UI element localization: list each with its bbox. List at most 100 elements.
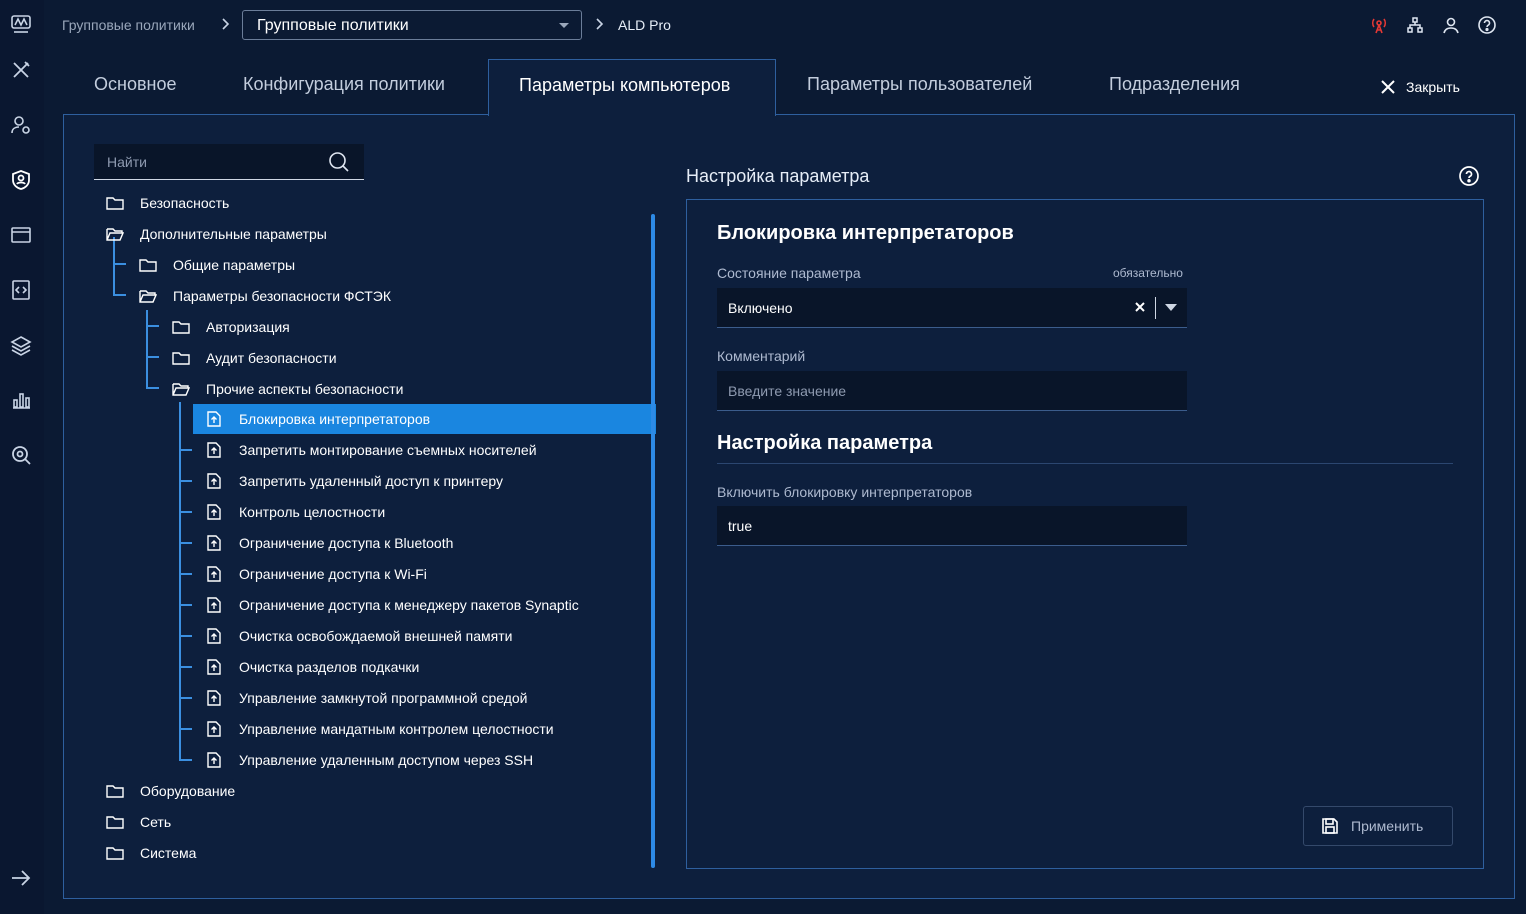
comment-input[interactable]: Введите значение [717,371,1187,411]
setting-value-field[interactable]: true [717,506,1187,546]
section-divider [717,463,1453,464]
chevron-down-icon[interactable] [1165,304,1177,311]
close-icon [1380,79,1396,95]
breadcrumb-root[interactable]: Групповые политики [62,17,195,33]
tree-item-label: Оборудование [140,783,236,799]
tree-item-system[interactable]: Система [106,838,196,868]
help-icon[interactable] [1477,15,1497,35]
tree-item-label: Контроль целостности [239,504,386,520]
tree-item-ssh-access[interactable]: Управление удаленным доступом через SSH [205,745,533,775]
window-icon[interactable] [10,224,32,246]
apply-button[interactable]: Применить [1303,806,1453,846]
policy-file-icon [205,442,223,458]
tree-item-security[interactable]: Безопасность [106,192,229,218]
tree-connector [179,635,192,637]
close-label: Закрыть [1406,79,1460,95]
tree-connector [113,263,126,265]
tree-item-interpreter-lock[interactable]: Блокировка интерпретаторов [193,404,656,434]
chevron-right-icon [220,16,230,32]
script-file-icon[interactable] [10,279,32,301]
clear-icon[interactable] [1133,300,1147,314]
required-label: обязательно [1113,266,1183,280]
policy-select[interactable]: Групповые политики [242,10,582,40]
tree-item-swap-cleanup[interactable]: Очистка разделов подкачки [205,652,419,682]
help-icon[interactable] [1458,165,1480,187]
tree-item-fstec-security[interactable]: Параметры безопасности ФСТЭК [139,281,391,311]
state-select-value: Включено [728,300,793,316]
tree-item-label: Ограничение доступа к Wi-Fi [239,566,427,582]
parameter-heading: Блокировка интерпретаторов [717,222,1014,244]
close-button[interactable]: Закрыть [1380,76,1460,98]
chevron-right-icon [594,16,604,32]
tree-connector [179,542,192,544]
layers-icon[interactable] [10,334,32,356]
policy-file-icon [205,566,223,582]
tree-scrollbar[interactable] [651,214,655,868]
bar-chart-icon[interactable] [10,389,32,411]
tree-item-label: Безопасность [140,195,230,211]
tree-item-label: Прочие аспекты безопасности [206,381,404,397]
state-label: Состояние параметра [717,265,861,281]
folder-icon [172,350,190,366]
tree-connector [179,666,192,668]
divider [1155,297,1156,319]
settings-panel: Найти Безопасность Дополнительные параме… [63,114,1515,899]
tab-user-settings[interactable]: Параметры пользователей [807,74,1032,95]
tree-item-general-parameters[interactable]: Общие параметры [139,250,295,280]
tab-computer-settings[interactable]: Параметры компьютеров [488,59,776,116]
tree-item-label: Ограничение доступа к менеджеру пакетов … [239,597,579,613]
tree-item-security-audit[interactable]: Аудит безопасности [172,343,337,373]
tree-item-integrity-control[interactable]: Контроль целостности [205,497,385,527]
policy-select-value: Групповые политики [257,17,409,34]
broadcast-alert-icon[interactable] [1369,15,1389,35]
save-icon [1321,817,1339,835]
tree-connector [179,511,192,513]
tree-item-closed-software-environment[interactable]: Управление замкнутой программной средой [205,683,528,713]
tree-connector [179,728,192,730]
left-nav-rail [0,0,44,914]
tree-item-printer-access[interactable]: Запретить удаленный доступ к принтеру [205,466,503,496]
app-logo-icon[interactable] [10,13,32,35]
tab-general[interactable]: Основное [94,74,176,95]
tree-item-mandatory-integrity[interactable]: Управление мандатным контролем целостнос… [205,714,554,744]
folder-icon [106,783,124,799]
tree-connector [179,604,192,606]
user-icon[interactable] [1441,15,1461,35]
tree-item-hardware[interactable]: Оборудование [106,776,235,806]
tree-item-additional-parameters[interactable]: Дополнительные параметры [106,219,327,249]
tree-item-network[interactable]: Сеть [106,807,171,837]
network-icon[interactable] [1405,15,1425,35]
tree-item-label: Очистка освобождаемой внешней памяти [239,628,513,644]
policy-file-icon [205,721,223,737]
tree-connector [146,387,159,389]
policy-file-icon [205,628,223,644]
user-settings-icon[interactable] [10,114,32,136]
tools-icon[interactable] [10,59,32,81]
tree-item-bluetooth[interactable]: Ограничение доступа к Bluetooth [205,528,453,558]
folder-icon [106,814,124,830]
policy-file-icon [205,535,223,551]
section-title: Настройка параметра [686,166,870,186]
policy-file-icon [205,597,223,613]
search-icon[interactable] [328,151,350,173]
policy-tree: Безопасность Дополнительные параметры Об… [94,192,656,870]
tree-item-authorization[interactable]: Авторизация [172,312,290,342]
tree-item-other-security-aspects[interactable]: Прочие аспекты безопасности [172,374,403,404]
search-input[interactable]: Найти [94,144,364,180]
tree-item-label: Управление мандатным контролем целостнос… [239,721,554,737]
tree-connector [179,697,192,699]
policy-shield-icon[interactable] [10,169,32,191]
expand-arrow-icon[interactable] [10,867,32,889]
state-select[interactable]: Включено [717,288,1187,328]
search-monitor-icon[interactable] [10,444,32,466]
tree-item-synaptic[interactable]: Ограничение доступа к менеджеру пакетов … [205,590,579,620]
tab-policy-configuration[interactable]: Конфигурация политики [243,74,445,95]
policy-file-icon [205,504,223,520]
tab-divisions[interactable]: Подразделения [1109,74,1240,95]
tree-connector [113,294,126,296]
tree-item-wifi[interactable]: Ограничение доступа к Wi-Fi [205,559,427,589]
tree-item-removable-media[interactable]: Запретить монтирование съемных носителей [205,435,537,465]
policy-file-icon [205,659,223,675]
tree-connector [179,402,181,761]
tree-item-external-memory-cleanup[interactable]: Очистка освобождаемой внешней памяти [205,621,512,651]
